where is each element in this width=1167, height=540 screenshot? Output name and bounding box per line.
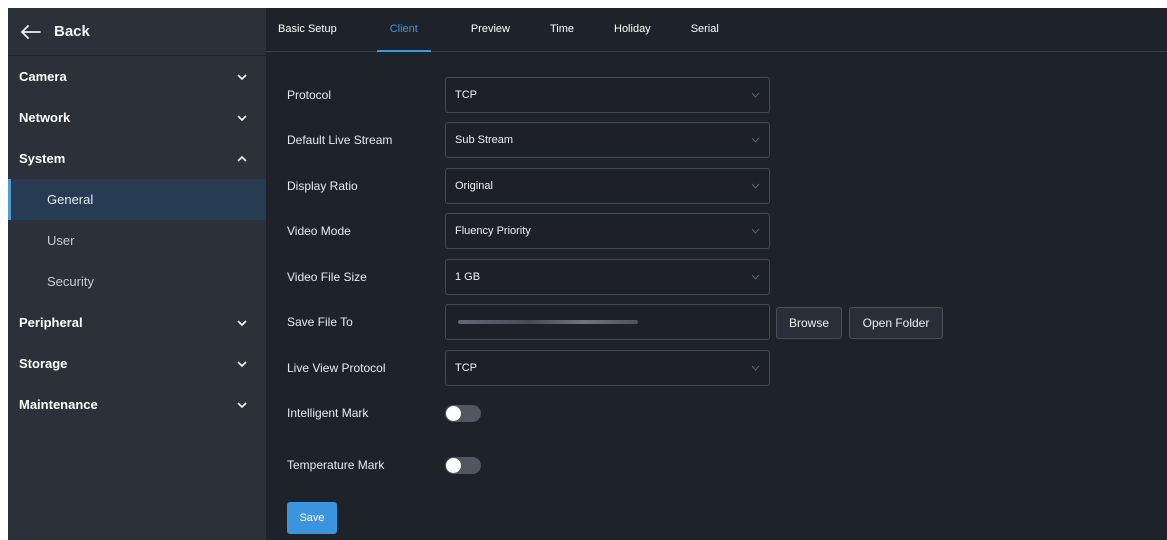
save-file-to-row: Save File To Browse Open Folder — [287, 304, 943, 340]
video-mode-value: Fluency Priority — [455, 225, 531, 237]
sidebar-item-label: Security — [47, 274, 94, 289]
display-ratio-select[interactable]: Original — [445, 168, 770, 204]
arrow-left-icon — [21, 24, 41, 39]
app-window: Back Camera Network System General User — [8, 8, 1167, 540]
main-panel: Basic Setup Client Preview Time Holiday … — [266, 8, 1167, 540]
sidebar-item-label: General — [47, 192, 94, 207]
default-live-stream-label: Default Live Stream — [287, 133, 393, 147]
sidebar-nav: Camera Network System General User Secur… — [8, 56, 266, 425]
default-live-stream-value: Sub Stream — [455, 134, 514, 146]
chevron-down-icon — [751, 92, 760, 98]
sidebar-item-peripheral[interactable]: Peripheral — [8, 302, 266, 343]
sidebar-item-label: Storage — [19, 356, 68, 371]
protocol-label: Protocol — [287, 88, 332, 102]
display-ratio-row: Display Ratio Original — [287, 168, 770, 204]
sidebar-item-camera[interactable]: Camera — [8, 56, 266, 97]
temperature-mark-label: Temperature Mark — [287, 458, 385, 472]
temperature-mark-row: Temperature Mark — [287, 447, 481, 483]
sidebar-item-user[interactable]: User — [8, 220, 266, 261]
video-mode-row: Video Mode Fluency Priority — [287, 213, 770, 249]
video-mode-select[interactable]: Fluency Priority — [445, 213, 770, 249]
chevron-down-icon — [751, 228, 760, 234]
tab-client[interactable]: Client — [376, 7, 431, 52]
tab-holiday[interactable]: Holiday — [614, 7, 673, 51]
back-button[interactable]: Back — [8, 8, 266, 56]
video-file-size-row: Video File Size 1 GB — [287, 259, 770, 295]
sidebar-item-system[interactable]: System — [8, 138, 266, 179]
protocol-value: TCP — [455, 89, 477, 101]
sidebar-item-security[interactable]: Security — [8, 261, 266, 302]
save-path-input[interactable] — [445, 304, 770, 340]
chevron-down-icon — [751, 274, 760, 280]
toggle-knob — [446, 406, 461, 421]
tab-time[interactable]: Time — [550, 7, 596, 51]
protocol-row: Protocol TCP — [287, 77, 770, 113]
chevron-down-icon — [237, 401, 247, 408]
live-view-protocol-label: Live View Protocol — [287, 361, 386, 375]
sidebar-item-general[interactable]: General — [8, 179, 266, 220]
chevron-down-icon — [237, 73, 247, 80]
save-button[interactable]: Save — [287, 502, 337, 534]
default-live-stream-select[interactable]: Sub Stream — [445, 122, 770, 158]
save-file-to-label: Save File To — [287, 315, 353, 329]
protocol-select[interactable]: TCP — [445, 77, 770, 113]
intelligent-mark-row: Intelligent Mark — [287, 395, 481, 431]
sidebar-item-label: Maintenance — [19, 397, 98, 412]
open-folder-button[interactable]: Open Folder — [849, 307, 943, 339]
live-view-protocol-row: Live View Protocol TCP — [287, 350, 770, 386]
display-ratio-value: Original — [455, 180, 493, 192]
sidebar-item-label: Peripheral — [19, 315, 83, 330]
tab-serial[interactable]: Serial — [691, 7, 741, 51]
live-view-protocol-value: TCP — [455, 362, 477, 374]
tab-preview[interactable]: Preview — [471, 7, 532, 51]
intelligent-mark-toggle[interactable] — [445, 405, 481, 422]
video-file-size-label: Video File Size — [287, 270, 367, 284]
toggle-knob — [446, 458, 461, 473]
chevron-down-icon — [237, 319, 247, 326]
chevron-down-icon — [751, 137, 760, 143]
sidebar-item-label: Network — [19, 110, 71, 125]
temperature-mark-toggle[interactable] — [445, 457, 481, 474]
chevron-down-icon — [751, 183, 760, 189]
back-label: Back — [54, 23, 90, 40]
chevron-down-icon — [237, 114, 247, 121]
sidebar-item-storage[interactable]: Storage — [8, 343, 266, 384]
chevron-down-icon — [237, 360, 247, 367]
browse-button[interactable]: Browse — [776, 307, 842, 339]
chevron-down-icon — [751, 365, 760, 371]
tab-bar: Basic Setup Client Preview Time Holiday … — [266, 8, 1167, 52]
sidebar-item-label: System — [19, 151, 66, 166]
live-view-protocol-select[interactable]: TCP — [445, 350, 770, 386]
video-mode-label: Video Mode — [287, 224, 351, 238]
sidebar-item-label: User — [47, 233, 75, 248]
sidebar-item-network[interactable]: Network — [8, 97, 266, 138]
sidebar-item-maintenance[interactable]: Maintenance — [8, 384, 266, 425]
video-file-size-value: 1 GB — [455, 271, 481, 283]
video-file-size-select[interactable]: 1 GB — [445, 259, 770, 295]
chevron-up-icon — [237, 155, 247, 162]
tab-basic-setup[interactable]: Basic Setup — [278, 7, 359, 51]
sidebar: Back Camera Network System General User — [8, 8, 266, 540]
sidebar-item-label: Camera — [19, 69, 67, 84]
intelligent-mark-label: Intelligent Mark — [287, 406, 369, 420]
display-ratio-label: Display Ratio — [287, 179, 358, 193]
redacted-path — [458, 320, 638, 324]
default-live-stream-row: Default Live Stream Sub Stream — [287, 122, 770, 158]
